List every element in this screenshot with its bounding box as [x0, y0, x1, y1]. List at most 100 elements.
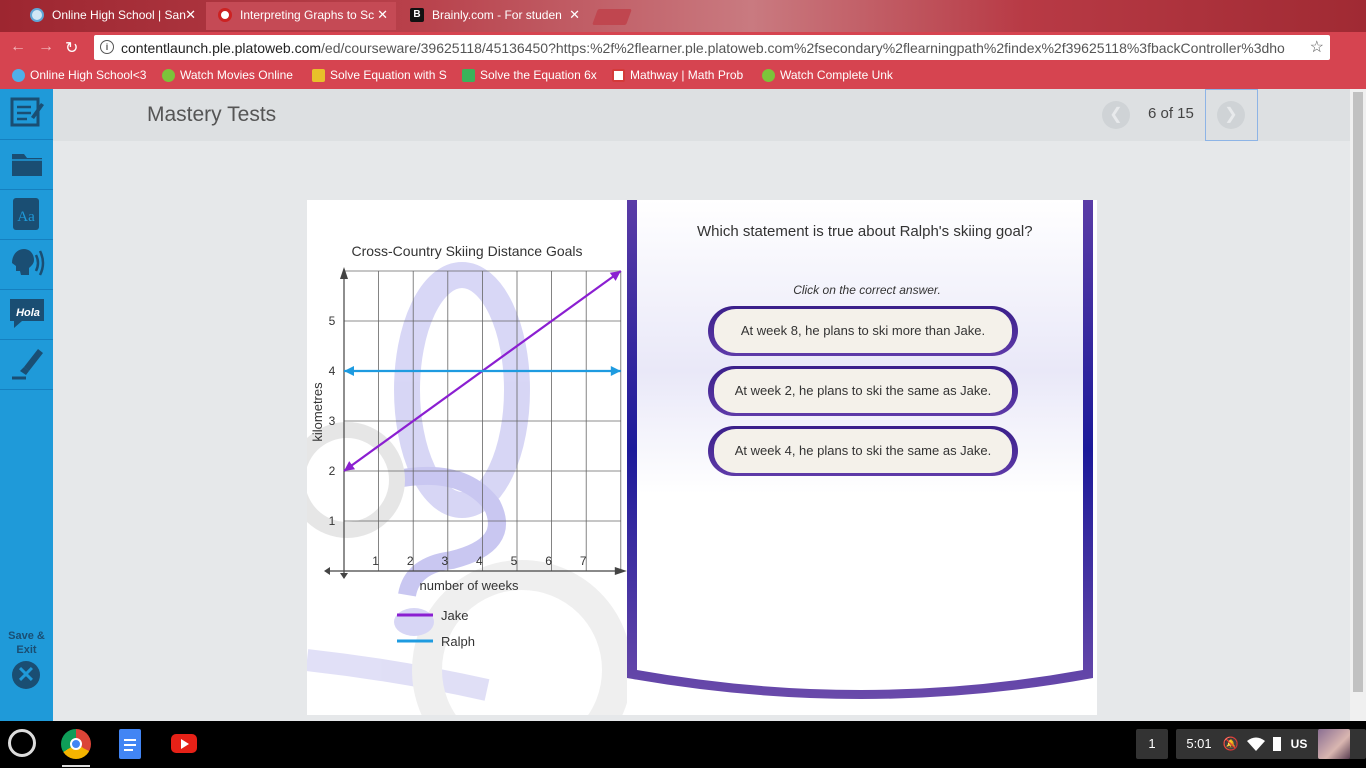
- forward-icon[interactable]: →: [38, 38, 54, 56]
- launcher-icon[interactable]: [8, 729, 36, 757]
- y-axis-label: kilometres: [310, 382, 325, 442]
- series-arrow-ralph: [344, 366, 354, 376]
- speech-icon[interactable]: [8, 245, 46, 281]
- answer-option-2[interactable]: At week 2, he plans to ski the same as J…: [708, 366, 1018, 416]
- address-bar: ← → ↻ i contentlaunch.ple.platoweb.com/e…: [0, 32, 1366, 63]
- previous-button[interactable]: ❮: [1102, 101, 1130, 129]
- youtube-icon[interactable]: [171, 734, 197, 753]
- bookmark-online-high-school[interactable]: Online High School<3: [12, 68, 147, 82]
- next-button-frame: ❯: [1205, 89, 1258, 141]
- locale-label: US: [1290, 737, 1308, 751]
- clock: 5:01: [1186, 736, 1212, 751]
- x-tick-label: 3: [441, 554, 448, 568]
- y-tick-label: 5: [329, 314, 336, 328]
- info-icon[interactable]: i: [100, 40, 114, 54]
- bookmark-watch-movies[interactable]: Watch Movies Online: [162, 68, 294, 82]
- x-tick-label: 6: [545, 554, 552, 568]
- globe-icon: [30, 8, 44, 22]
- answer-label[interactable]: At week 4, he plans to ski the same as J…: [714, 429, 1012, 473]
- x-tick-label: 2: [407, 554, 414, 568]
- next-button[interactable]: ❯: [1217, 101, 1245, 129]
- page-counter: 6 of 15: [1148, 105, 1194, 122]
- x-tick-label: 4: [476, 554, 483, 568]
- url-host: contentlaunch.ple.platoweb.com: [121, 40, 322, 56]
- close-tab-icon[interactable]: ✕: [185, 2, 196, 28]
- bookmark-mathway[interactable]: Mathway | Math Prob: [612, 68, 747, 82]
- url-text: contentlaunch.ple.platoweb.com/ed/course…: [121, 40, 1301, 56]
- tab-online-high-school[interactable]: Online High School | San ✕: [18, 2, 204, 30]
- question-card: Cross-Country Skiing Distance Goals 1 2 3 4…: [307, 200, 1097, 715]
- translate-icon[interactable]: Hola: [8, 295, 46, 331]
- divider: [0, 339, 53, 340]
- close-icon[interactable]: ✕: [12, 661, 40, 689]
- tab-brainly[interactable]: B Brainly.com - For studen ✕: [398, 2, 588, 30]
- save-exit-label[interactable]: Save & Exit: [0, 629, 53, 657]
- q-icon: [312, 69, 325, 82]
- chevron-left-icon: ❮: [1109, 106, 1123, 123]
- bookmark-solve-the-equation[interactable]: Solve the Equation 6x: [462, 68, 597, 82]
- page-title: Mastery Tests: [147, 103, 277, 126]
- x-tick-label: 1: [372, 554, 379, 568]
- question-panel: Which statement is true about Ralph's sk…: [627, 200, 1097, 715]
- play-icon: [162, 69, 175, 82]
- bookmark-watch-complete[interactable]: Watch Complete Unk: [762, 68, 897, 82]
- series-arrow-ralph: [610, 366, 621, 376]
- brainly-icon: B: [410, 8, 424, 22]
- bookmark-label: Solve the Equation 6x: [480, 68, 597, 82]
- answer-option-3[interactable]: At week 4, he plans to ski the same as J…: [708, 426, 1018, 476]
- divider: [0, 239, 53, 240]
- y-axis-arrow-bottom: [340, 573, 348, 579]
- new-tab-button[interactable]: [592, 9, 632, 25]
- answer-option-1[interactable]: At week 8, he plans to ski more than Jak…: [708, 306, 1018, 356]
- close-tab-icon[interactable]: ✕: [569, 2, 580, 28]
- bookmark-solve-equation[interactable]: Solve Equation with S: [312, 68, 447, 82]
- bookmark-label: Online High School<3: [30, 68, 147, 82]
- bookmark-star-icon[interactable]: ☆: [1310, 37, 1324, 57]
- y-tick-label: 2: [329, 464, 336, 478]
- battery-icon: [1269, 729, 1285, 759]
- scroll-thumb[interactable]: [1353, 92, 1363, 692]
- mathway-icon: [612, 69, 625, 82]
- docs-icon[interactable]: [119, 729, 141, 759]
- active-indicator: [62, 765, 90, 767]
- bookmark-label: Solve Equation with S: [330, 68, 447, 82]
- lesson-header: Mastery Tests ❮ 6 of 15 ❯: [53, 89, 1350, 141]
- page-scrollbar[interactable]: [1350, 89, 1366, 721]
- url-path: /ed/courseware/39625118/45136450?https:%…: [321, 40, 1285, 56]
- close-tab-icon[interactable]: ✕: [377, 2, 388, 28]
- tab-label: Interpreting Graphs to Sc: [240, 8, 375, 22]
- y-tick-label: 1: [329, 514, 336, 528]
- question-text: Which statement is true about Ralph's sk…: [697, 223, 1033, 240]
- line-chart: Cross-Country Skiing Distance Goals 1 2 3 4…: [307, 243, 627, 715]
- notes-icon[interactable]: [8, 95, 46, 131]
- dictionary-label: Aa: [17, 209, 35, 225]
- answer-label[interactable]: At week 8, he plans to ski more than Jak…: [714, 309, 1012, 353]
- divider: [0, 389, 53, 390]
- reload-icon[interactable]: ↻: [65, 38, 78, 58]
- graph-panel: Cross-Country Skiing Distance Goals 1 2 3 4…: [307, 200, 627, 715]
- notification-badge[interactable]: 1: [1136, 729, 1168, 759]
- y-tick-label: 4: [329, 364, 336, 378]
- chrome-icon[interactable]: [61, 729, 91, 759]
- bookmark-label: Watch Movies Online: [180, 68, 293, 82]
- c-icon: [462, 69, 475, 82]
- x-axis-arrow-left: [324, 567, 330, 575]
- tab-interpreting-graphs[interactable]: Interpreting Graphs to Sc ✕: [206, 2, 396, 30]
- folder-icon[interactable]: [8, 146, 46, 182]
- back-icon[interactable]: ←: [10, 38, 26, 56]
- y-tick-label: 3: [329, 414, 336, 428]
- chart-title: Cross-Country Skiing Distance Goals: [351, 243, 582, 259]
- x-axis-label: number of weeks: [420, 578, 519, 593]
- y-axis-arrow: [340, 267, 348, 279]
- answer-label[interactable]: At week 2, he plans to ski the same as J…: [714, 369, 1012, 413]
- divider: [0, 189, 53, 190]
- bookmark-label: Watch Complete Unk: [780, 68, 893, 82]
- divider: [0, 139, 53, 140]
- tool-sidebar: Aa Hola Save & Exit ✕: [0, 89, 53, 721]
- series-arrow-jake: [344, 461, 356, 471]
- dictionary-icon[interactable]: Aa: [8, 196, 46, 232]
- divider: [0, 289, 53, 290]
- highlighter-icon[interactable]: [8, 345, 46, 381]
- url-input[interactable]: i contentlaunch.ple.platoweb.com/ed/cour…: [94, 35, 1330, 60]
- avatar[interactable]: [1318, 729, 1350, 759]
